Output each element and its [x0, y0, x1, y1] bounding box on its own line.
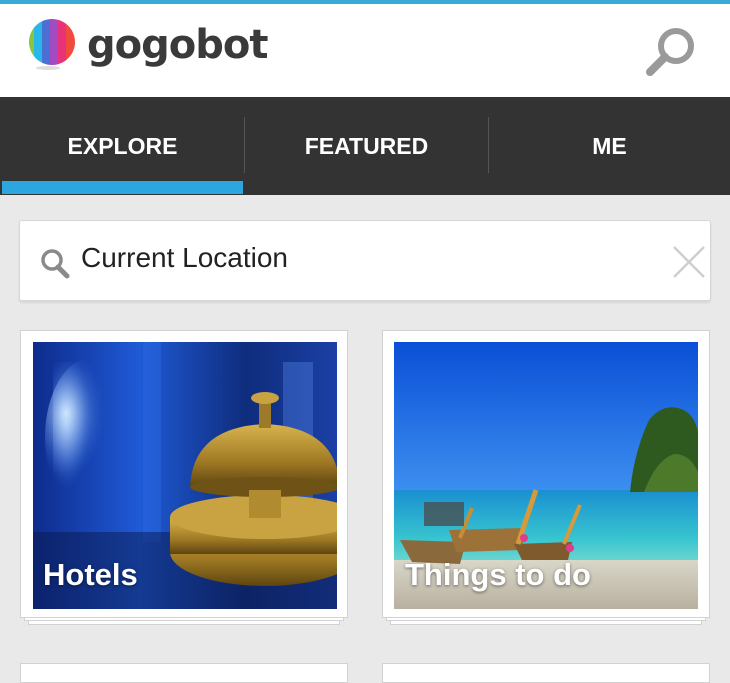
- app-name: gogobot: [87, 22, 268, 68]
- tab-selected-indicator: [2, 181, 243, 194]
- card-label-hotels: Hotels: [43, 557, 138, 592]
- gogobot-logo-icon[interactable]: [26, 18, 78, 70]
- location-search-value: Current Location: [81, 242, 289, 273]
- search-icon[interactable]: [640, 22, 702, 84]
- category-card-partial[interactable]: [20, 663, 348, 683]
- tab-featured[interactable]: FEATURED: [245, 97, 488, 195]
- close-icon[interactable]: [670, 243, 708, 281]
- category-card-things-to-do[interactable]: Things to do: [382, 330, 710, 618]
- category-card-partial[interactable]: [382, 663, 710, 683]
- tab-me[interactable]: ME: [489, 97, 730, 195]
- location-search-field[interactable]: Current Location: [19, 220, 711, 301]
- category-card-hotels[interactable]: Hotels: [20, 330, 348, 618]
- search-icon: [41, 249, 70, 279]
- card-label-things-to-do: Things to do: [405, 557, 591, 592]
- tab-me-label: ME: [592, 132, 627, 159]
- tab-featured-label: FEATURED: [304, 132, 429, 159]
- tab-explore-label: EXPLORE: [67, 132, 178, 159]
- app-header: gogobot: [0, 4, 730, 97]
